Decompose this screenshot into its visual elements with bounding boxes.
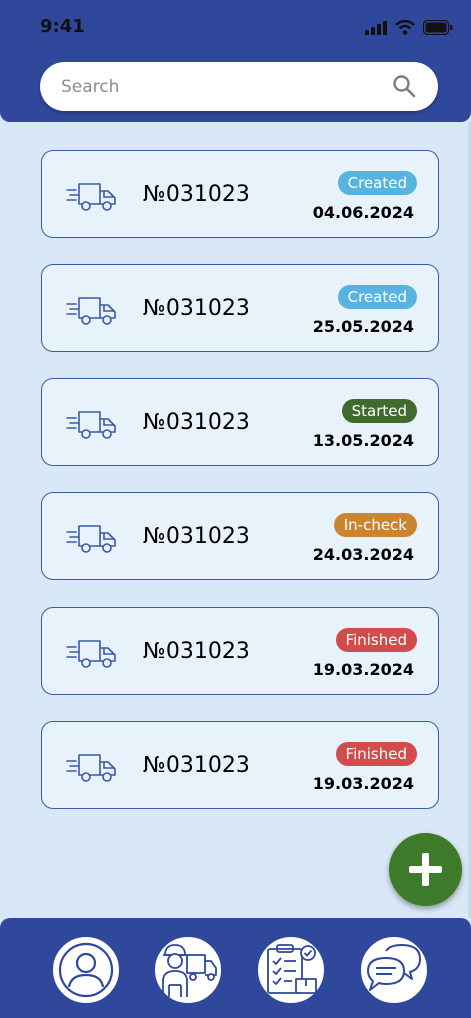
status-badge: Finished [335, 742, 417, 766]
order-date: 19.03.2024 [312, 660, 414, 679]
delivery-truck-icon [66, 525, 116, 553]
add-order-button[interactable] [389, 833, 462, 906]
order-number: №031023 [143, 410, 250, 435]
order-card[interactable]: №031023 Finished 19.03.2024 [41, 721, 439, 809]
signal-icon [365, 20, 387, 35]
status-time: 9:41 [40, 16, 85, 37]
nav-chat[interactable] [358, 934, 430, 1006]
order-number: №031023 [143, 639, 250, 664]
search-icon[interactable] [392, 74, 416, 98]
search-bar[interactable]: Search [40, 62, 438, 111]
order-date: 13.05.2024 [312, 431, 414, 450]
status-icons [365, 20, 453, 35]
search-input[interactable]: Search [61, 77, 119, 97]
order-number: №031023 [143, 182, 250, 207]
order-date: 24.03.2024 [312, 545, 414, 564]
status-badge: Created [337, 285, 417, 309]
battery-icon [423, 20, 453, 35]
checklist-delivery-icon [267, 944, 317, 994]
delivery-truck-icon [66, 183, 116, 211]
order-card[interactable]: №031023 Created 25.05.2024 [41, 264, 439, 352]
wifi-icon [395, 20, 415, 35]
status-bar: 9:41 [0, 0, 471, 56]
order-card[interactable]: №031023 Started 13.05.2024 [41, 378, 439, 466]
order-number: №031023 [143, 524, 250, 549]
order-card[interactable]: №031023 In-check 24.03.2024 [41, 492, 439, 580]
order-card[interactable]: №031023 Created 04.06.2024 [41, 150, 439, 238]
status-badge: Started [341, 399, 417, 423]
driver-truck-icon [162, 944, 217, 997]
profile-icon [58, 942, 114, 998]
delivery-truck-icon [66, 411, 116, 439]
nav-drivers[interactable] [152, 934, 224, 1006]
order-date: 25.05.2024 [312, 317, 414, 336]
order-number: №031023 [143, 296, 250, 321]
order-date: 04.06.2024 [312, 203, 414, 222]
nav-profile[interactable] [50, 934, 122, 1006]
order-card[interactable]: №031023 Finished 19.03.2024 [41, 607, 439, 695]
header: 9:41 Search [0, 0, 471, 122]
delivery-truck-icon [66, 640, 116, 668]
status-badge: In-check [333, 513, 417, 537]
status-badge: Finished [335, 628, 417, 652]
nav-deliveries[interactable] [255, 934, 327, 1006]
order-date: 19.03.2024 [312, 774, 414, 793]
delivery-truck-icon [66, 754, 116, 782]
order-number: №031023 [143, 753, 250, 778]
chat-icon [367, 944, 421, 991]
bottom-navigation [0, 918, 471, 1018]
delivery-truck-icon [66, 297, 116, 325]
status-badge: Created [337, 171, 417, 195]
